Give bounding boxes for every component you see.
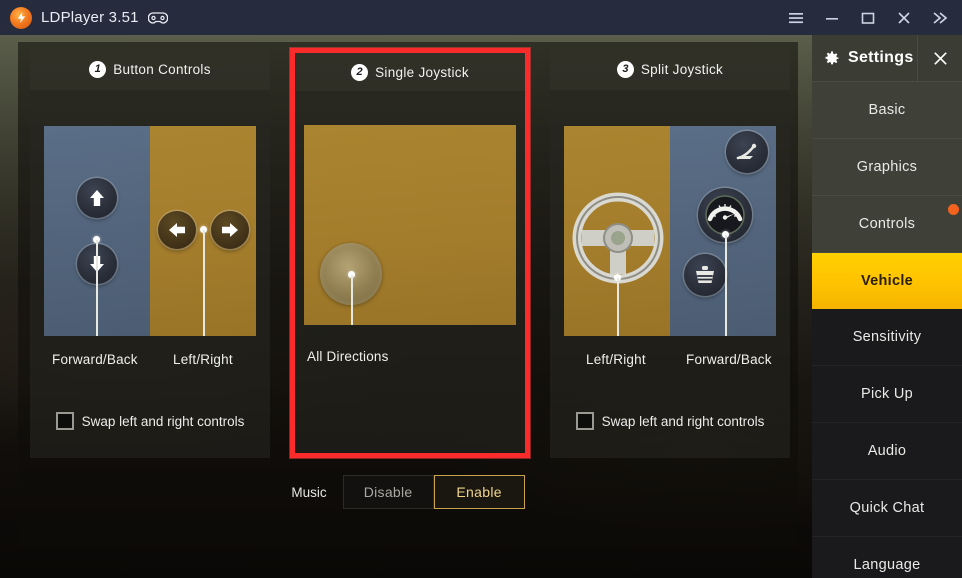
preview-left-gold-zone <box>564 126 670 336</box>
panel-single-joystick[interactable]: 2 Single Joystick All Directions <box>290 48 530 458</box>
sidebar-item-label: Sensitivity <box>852 329 922 345</box>
swap-controls-checkbox[interactable] <box>575 412 594 430</box>
ldplayer-window: LDPlayer 3.51 1 Button Controls Forward/… <box>0 0 962 578</box>
sidebar-item-quick-chat[interactable]: Quick Chat <box>812 480 962 537</box>
title-bar: LDPlayer 3.51 <box>0 0 962 35</box>
maximize-button[interactable] <box>850 0 886 35</box>
leader-line <box>96 240 98 336</box>
gamepad-icon[interactable] <box>147 11 168 25</box>
expand-button[interactable] <box>922 0 958 35</box>
panel-body: All Directions <box>295 91 525 459</box>
panel-body: Left/Right Forward/Back Swap left and ri… <box>550 90 790 458</box>
swap-controls-label: Swap left and right controls <box>601 413 765 429</box>
panel-title: Button Controls <box>113 61 211 77</box>
caption-left-right: Left/Right <box>586 352 646 367</box>
gear-icon <box>822 49 841 68</box>
sidebar-item-vehicle[interactable]: Vehicle <box>812 253 962 309</box>
arrow-left-button-icon <box>158 211 196 249</box>
handbrake-icon <box>726 131 768 173</box>
settings-header: Settings <box>812 35 962 82</box>
menu-button[interactable] <box>778 0 814 35</box>
sidebar-item-sensitivity[interactable]: Sensitivity <box>812 309 962 366</box>
sidebar-item-label: Audio <box>867 443 907 459</box>
control-preview <box>44 126 256 336</box>
sidebar-item-label: Basic <box>868 102 906 118</box>
sidebar-item-label: Controls <box>858 216 916 232</box>
leader-line <box>203 230 205 336</box>
sidebar-item-basic[interactable]: Basic <box>812 82 962 139</box>
vehicle-controls-dialog: 1 Button Controls Forward/Back Left/Righ… <box>18 42 798 547</box>
ldplayer-logo-icon <box>10 6 32 29</box>
caption-forward-back: Forward/Back <box>52 352 138 367</box>
swap-controls-row[interactable]: Swap left and right controls <box>550 412 790 430</box>
preview-left-blue-zone <box>44 126 150 336</box>
panel-header: 3 Split Joystick <box>550 48 790 90</box>
control-preview <box>304 125 516 325</box>
minimize-button[interactable] <box>814 0 850 35</box>
sidebar-item-graphics[interactable]: Graphics <box>812 139 962 196</box>
music-enable-button[interactable]: Enable <box>433 475 525 509</box>
sidebar-item-label: Language <box>853 557 921 573</box>
sidebar-item-label: Quick Chat <box>849 500 925 516</box>
music-setting-row: Music Disable Enable <box>18 475 798 509</box>
leader-line <box>617 278 619 336</box>
panel-button-controls[interactable]: 1 Button Controls Forward/Back Left/Righ… <box>30 48 270 458</box>
panel-body: Forward/Back Left/Right Swap left and ri… <box>30 90 270 458</box>
notification-dot-icon <box>948 204 959 215</box>
settings-sidebar: Settings Basic Graphics Controls Vehicle… <box>812 35 962 578</box>
close-button[interactable] <box>886 0 922 35</box>
arrow-up-button-icon <box>77 178 117 218</box>
control-scheme-panels: 1 Button Controls Forward/Back Left/Righ… <box>18 42 798 467</box>
music-disable-button[interactable]: Disable <box>342 475 434 509</box>
panel-number-badge: 3 <box>616 60 634 78</box>
swap-controls-label: Swap left and right controls <box>81 413 245 429</box>
steering-wheel-icon <box>570 190 666 286</box>
sidebar-item-audio[interactable]: Audio <box>812 423 962 480</box>
music-toggle-group: Disable Enable <box>342 475 525 509</box>
leader-line <box>351 275 353 325</box>
control-preview <box>564 126 776 336</box>
panel-header: 1 Button Controls <box>30 48 270 90</box>
app-title: LDPlayer 3.51 <box>41 9 139 26</box>
sidebar-item-label: Pick Up <box>860 386 914 402</box>
panel-header: 2 Single Joystick <box>295 53 525 91</box>
brake-pedal-icon <box>684 254 726 296</box>
panel-split-joystick[interactable]: 3 Split Joystick Left/Right Forward/Back… <box>550 48 790 458</box>
sidebar-item-pick-up[interactable]: Pick Up <box>812 366 962 423</box>
settings-title: Settings <box>848 49 914 66</box>
music-label: Music <box>291 484 327 500</box>
sidebar-item-label: Graphics <box>856 159 918 175</box>
preview-gold-zone <box>304 125 516 325</box>
panel-title: Single Joystick <box>375 64 469 80</box>
caption-all-directions: All Directions <box>307 349 389 364</box>
caption-forward-back: Forward/Back <box>686 352 772 367</box>
close-x-icon[interactable] <box>917 35 962 81</box>
panel-number-badge: 2 <box>351 63 369 81</box>
leader-line <box>725 235 727 336</box>
sidebar-item-label: Vehicle <box>860 273 914 289</box>
arrow-right-button-icon <box>211 211 249 249</box>
sidebar-item-language[interactable]: Language <box>812 537 962 578</box>
preview-right-blue-zone <box>670 126 776 336</box>
preview-right-gold-zone <box>150 126 256 336</box>
swap-controls-row[interactable]: Swap left and right controls <box>30 412 270 430</box>
sidebar-item-controls[interactable]: Controls <box>812 196 962 253</box>
swap-controls-checkbox[interactable] <box>55 412 74 430</box>
panel-title: Split Joystick <box>640 61 724 77</box>
caption-left-right: Left/Right <box>173 352 233 367</box>
panel-number-badge: 1 <box>89 60 107 78</box>
